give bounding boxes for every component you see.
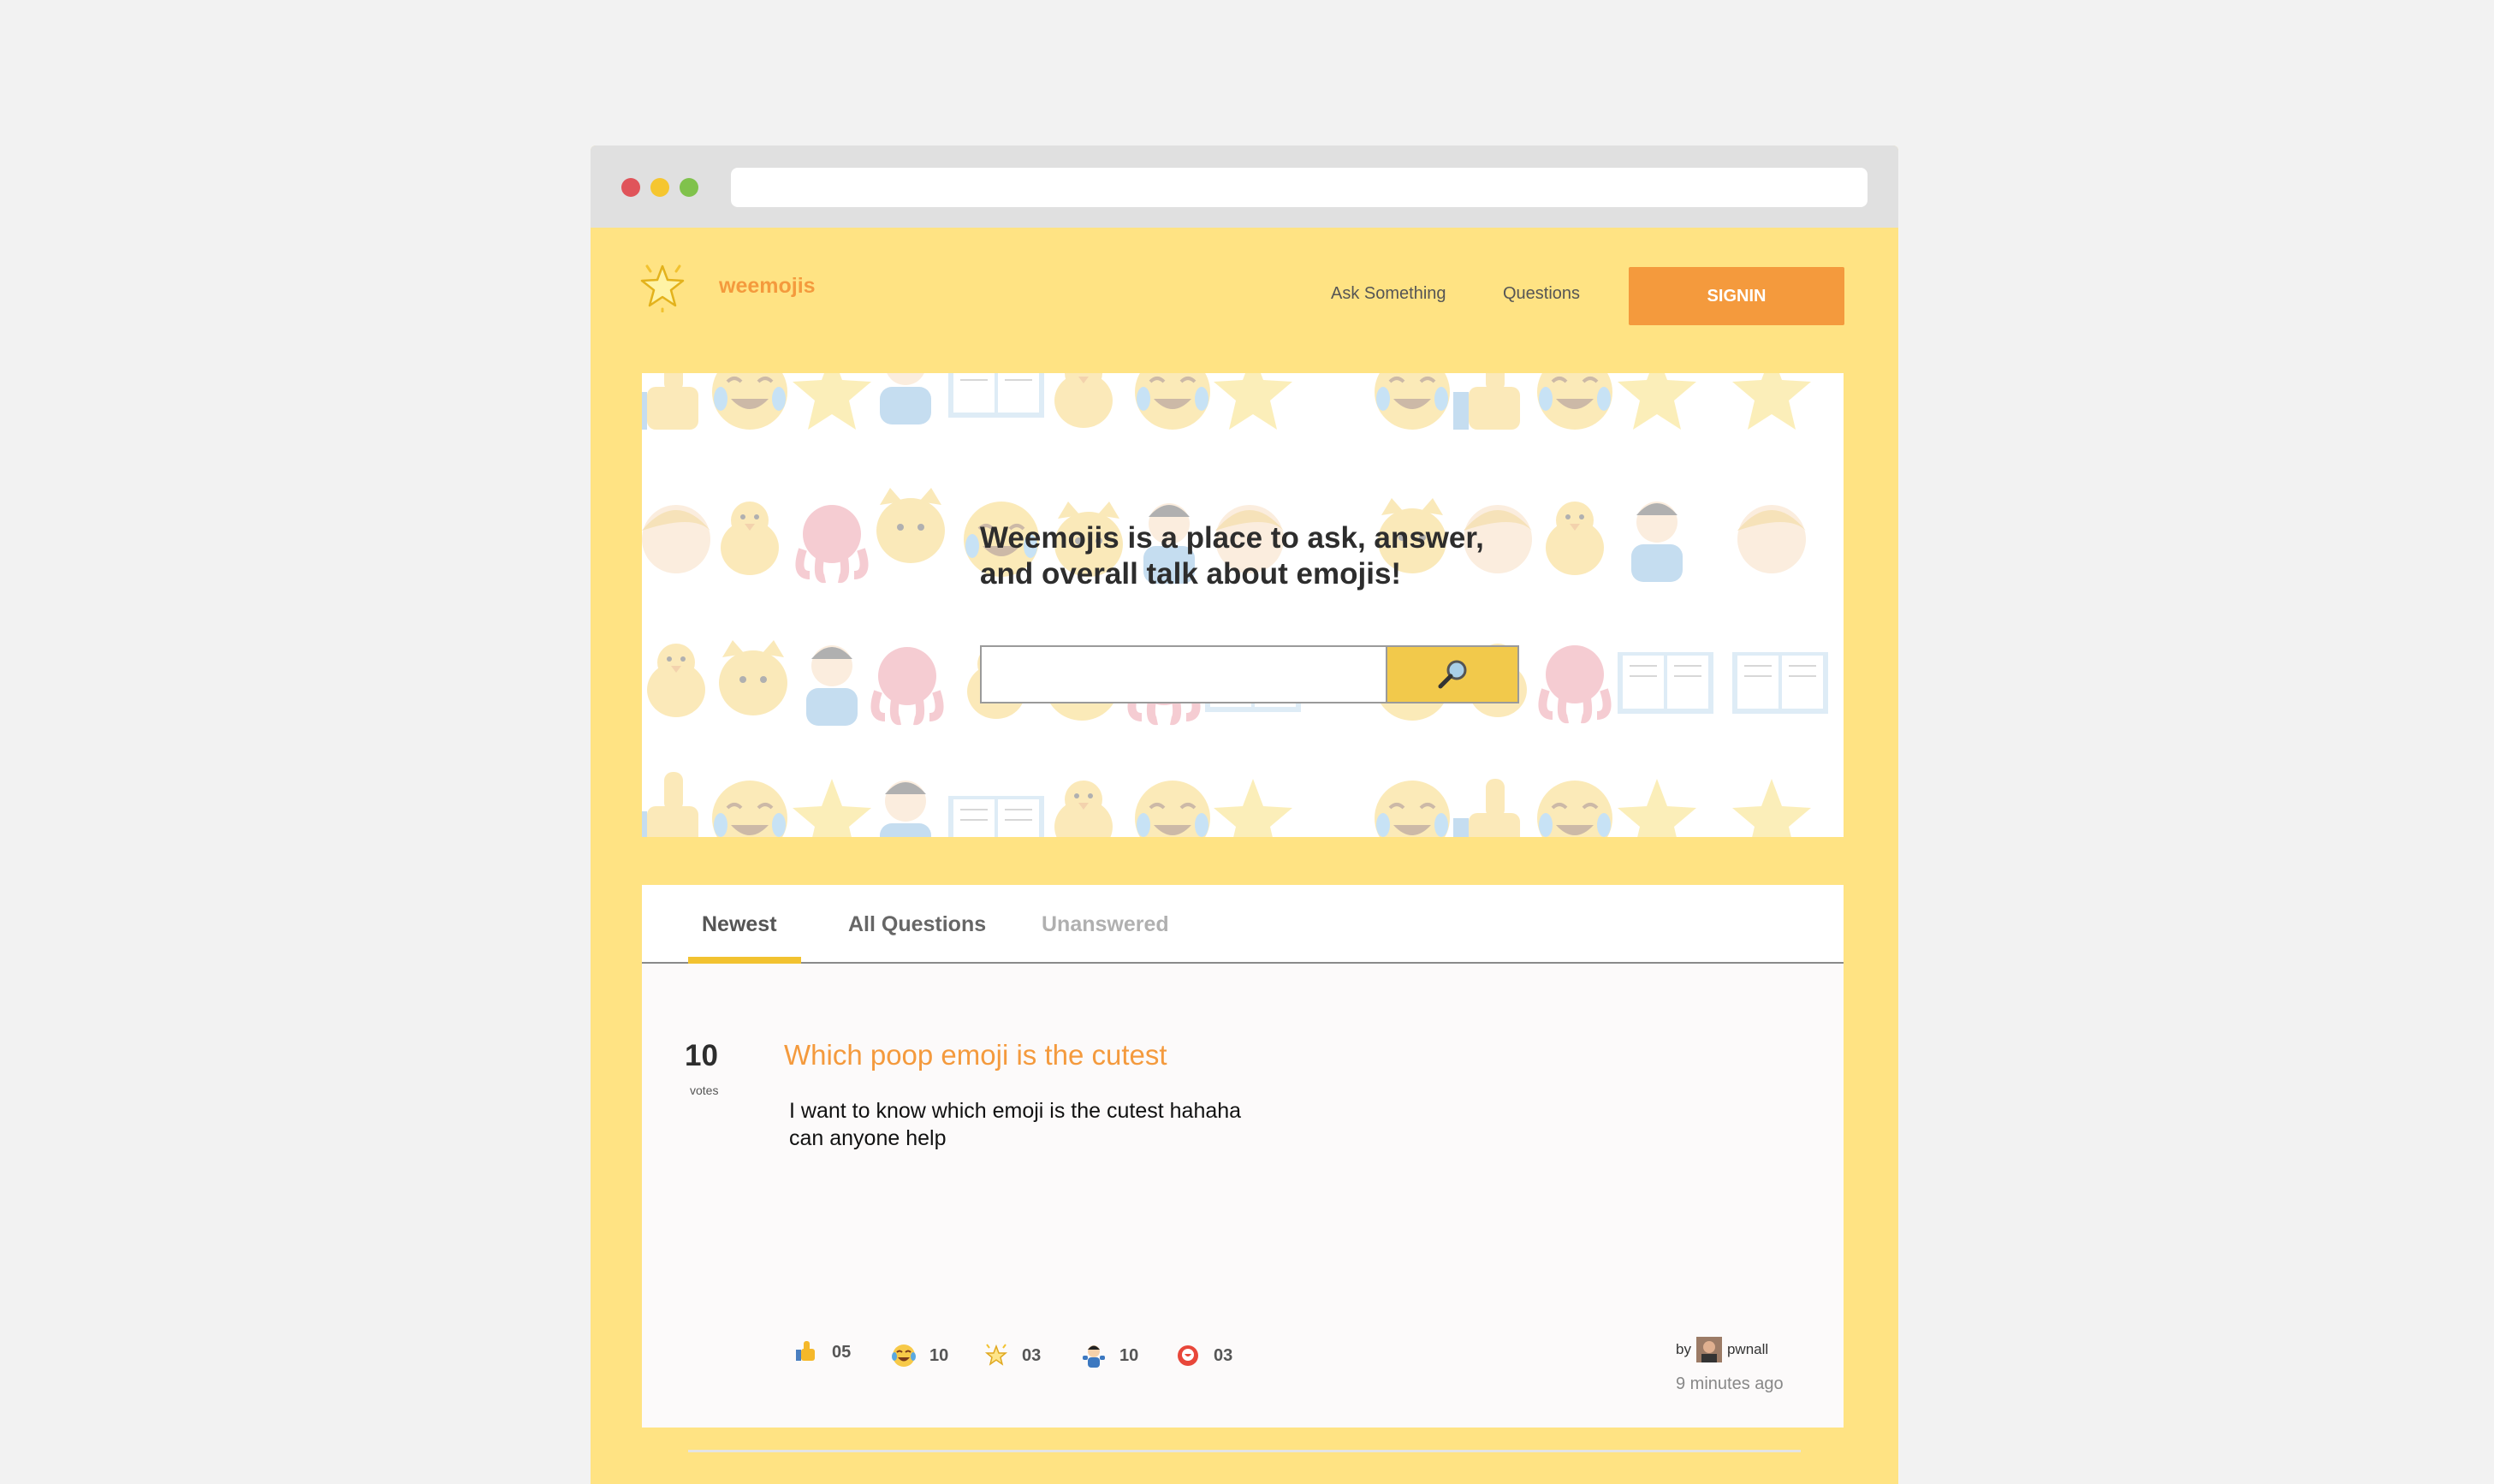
- question-title[interactable]: Which poop emoji is the cutest: [784, 1039, 1167, 1071]
- hero-headline-line2: and overall talk about emojis!: [980, 557, 1402, 591]
- hero-banner: Weemojis is a place to ask, answer, and …: [642, 373, 1844, 837]
- kissing-face-icon: [1178, 1345, 1198, 1366]
- nav-questions[interactable]: Questions: [1503, 284, 1580, 304]
- star-logo-icon[interactable]: [637, 261, 688, 312]
- tab-all-questions[interactable]: All Questions: [848, 912, 986, 937]
- brand-name[interactable]: weemojis: [719, 274, 816, 299]
- vote-count-label: votes: [690, 1083, 719, 1097]
- questions-panel: Newest All Questions Unanswered 10 votes…: [642, 885, 1844, 1452]
- avatar[interactable]: [1695, 1337, 1722, 1362]
- browser-chrome: [591, 145, 1898, 228]
- address-bar[interactable]: [731, 168, 1868, 207]
- reaction-count: 10: [929, 1345, 949, 1365]
- magnifying-glass-icon: [1438, 660, 1467, 689]
- reaction-count: 03: [1022, 1345, 1042, 1365]
- reaction-thumbs-up[interactable]: 05: [793, 1339, 851, 1366]
- search-button[interactable]: [1386, 647, 1517, 702]
- author-prefix: by: [1676, 1341, 1691, 1357]
- emoji-pattern-background: [642, 373, 1829, 837]
- maximize-window-button[interactable]: [680, 178, 698, 197]
- reaction-count: 05: [832, 1342, 852, 1362]
- search-input[interactable]: [982, 647, 1386, 702]
- question-body-line2: can anyone help: [789, 1126, 947, 1150]
- minimize-window-button[interactable]: [650, 178, 669, 197]
- reaction-glowing-star[interactable]: 03: [983, 1342, 1041, 1369]
- question-body: I want to know which emoji is the cutest…: [789, 1097, 1320, 1152]
- tab-newest[interactable]: Newest: [702, 912, 777, 937]
- browser-window: weemojis Ask Something Questions SIGNIN: [591, 145, 1898, 1484]
- author-name[interactable]: pwnall: [1727, 1341, 1768, 1358]
- reaction-laughing[interactable]: 10: [890, 1342, 948, 1369]
- thumbs-up-icon: [796, 1341, 815, 1361]
- user-avatar-icon: [1695, 1337, 1722, 1362]
- laughing-face-icon: [892, 1345, 916, 1367]
- glowing-star-icon: [984, 1344, 1008, 1366]
- question-body-line1: I want to know which emoji is the cutest…: [789, 1099, 1242, 1123]
- hero-headline-line1: Weemojis is a place to ask, answer,: [980, 521, 1484, 555]
- hero-headline: Weemojis is a place to ask, answer, and …: [980, 520, 1511, 592]
- close-window-button[interactable]: [621, 178, 640, 197]
- reaction-count: 10: [1119, 1345, 1139, 1365]
- shrug-person-icon: [1083, 1345, 1105, 1368]
- question-tabs: Newest All Questions Unanswered: [642, 885, 1844, 964]
- question-author: by pwnall: [1676, 1337, 1768, 1362]
- reaction-count: 03: [1214, 1345, 1233, 1365]
- tab-unanswered[interactable]: Unanswered: [1042, 912, 1169, 937]
- active-tab-indicator: [688, 957, 801, 964]
- vote-count: 10: [685, 1039, 718, 1072]
- divider: [688, 1450, 1801, 1452]
- signin-button[interactable]: SIGNIN: [1629, 267, 1844, 325]
- reaction-shrug[interactable]: 10: [1080, 1342, 1138, 1369]
- nav-ask-something[interactable]: Ask Something: [1331, 284, 1446, 304]
- search-bar: [980, 645, 1519, 703]
- reaction-kissing[interactable]: 03: [1174, 1342, 1232, 1369]
- question-timestamp: 9 minutes ago: [1676, 1374, 1784, 1393]
